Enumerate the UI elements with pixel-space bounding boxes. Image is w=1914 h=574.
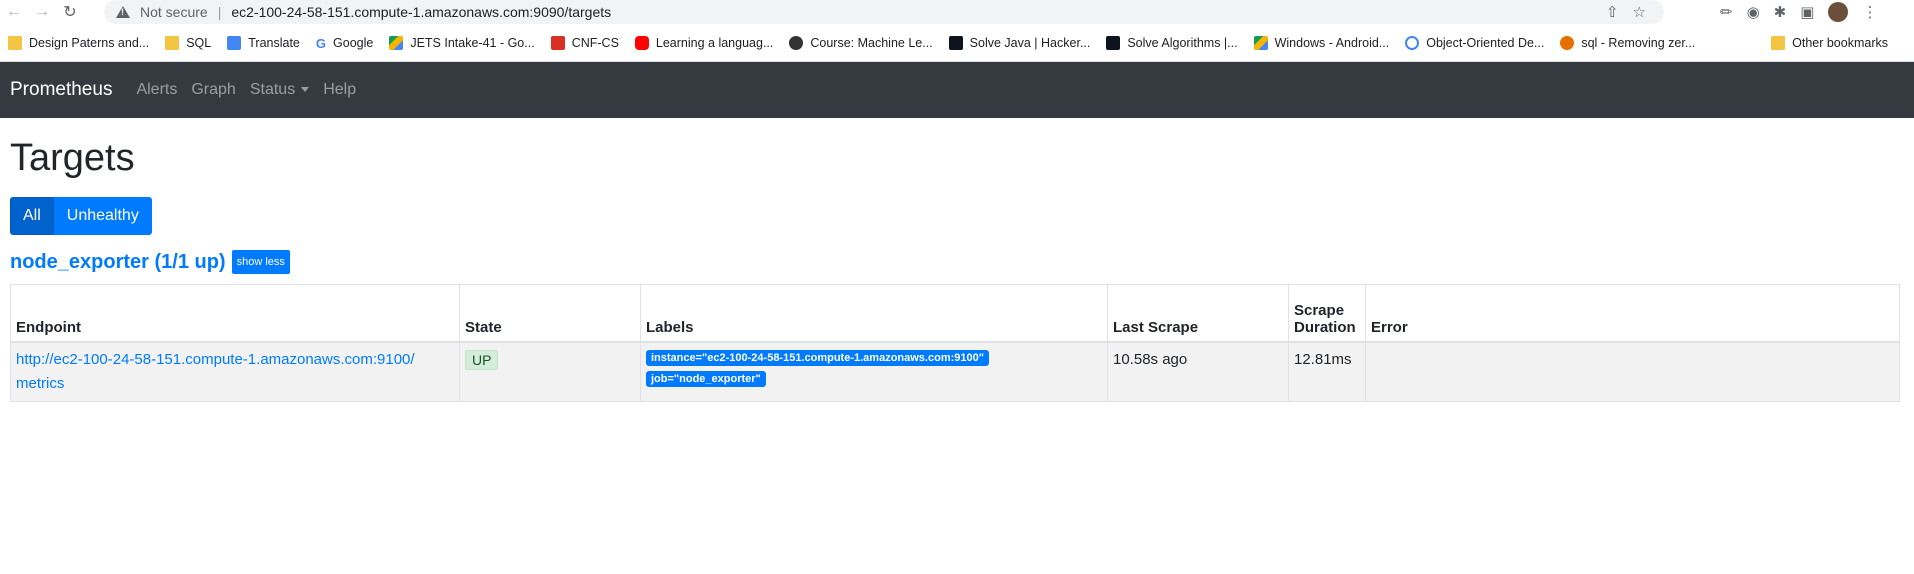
url-text[interactable]: ec2-100-24-58-151.compute-1.amazonaws.co… <box>231 4 611 20</box>
drive-icon <box>389 35 404 50</box>
page-title: Targets <box>10 137 135 179</box>
table-row: http://ec2-100-24-58-151.compute-1.amazo… <box>10 341 1900 402</box>
table-header-row: Endpoint State Labels Last Scrape Scrape… <box>10 284 1900 343</box>
reload-icon[interactable]: ↻ <box>56 0 84 24</box>
filter-all-button[interactable]: All <box>10 197 54 235</box>
caret-down-icon <box>301 87 310 93</box>
folder-icon <box>8 35 22 50</box>
bookmark-item[interactable]: CNF-CS <box>550 35 619 50</box>
bookmark-item[interactable]: Solve Java | Hacker... <box>948 35 1090 50</box>
nav-status-dropdown[interactable]: Status <box>250 81 310 99</box>
hackerrank-icon <box>948 35 963 50</box>
back-arrow-icon[interactable]: ← <box>0 0 28 24</box>
bookmark-item[interactable]: Design Paterns and... <box>8 35 149 50</box>
main-content: Targets All Unhealthy node_exporter (1/1… <box>10 118 1904 402</box>
labels-cell: instance="ec2-100-24-58-151.compute-1.am… <box>640 341 1108 402</box>
drive-icon <box>1253 35 1268 50</box>
state-cell: UP <box>459 341 641 402</box>
targets-table: Endpoint State Labels Last Scrape Scrape… <box>10 284 1900 402</box>
other-bookmarks[interactable]: Other bookmarks <box>1771 24 1888 61</box>
pool-title-link[interactable]: node_exporter (1/1 up) <box>10 251 226 274</box>
filter-unhealthy-button[interactable]: Unhealthy <box>53 197 152 235</box>
hackerrank-icon <box>1106 35 1121 50</box>
camera-icon[interactable]: ◉ <box>1747 3 1760 21</box>
endpoint-cell: http://ec2-100-24-58-151.compute-1.amazo… <box>10 341 460 402</box>
header-error: Error <box>1365 284 1900 343</box>
filter-button-group: All Unhealthy <box>10 197 1904 235</box>
state-badge: UP <box>465 349 499 370</box>
bookmark-item[interactable]: SQL <box>165 35 211 50</box>
header-state: State <box>459 284 641 343</box>
browser-toolbar: ← → ↻ Not secure | ec2-100-24-58-151.com… <box>0 0 1914 24</box>
folder-icon <box>1771 36 1786 50</box>
forward-arrow-icon[interactable]: → <box>28 0 56 24</box>
header-scrape-duration: Scrape Duration <box>1288 284 1366 343</box>
error-cell <box>1365 341 1900 402</box>
label-badge-job: job="node_exporter" <box>646 370 766 387</box>
bookmarks-bar: Design Paterns and... SQL Translate G Goo… <box>0 24 1914 62</box>
site-icon <box>550 35 565 50</box>
moodle-icon <box>789 35 804 50</box>
label-badge-instance: instance="ec2-100-24-58-151.compute-1.am… <box>646 349 989 366</box>
link-icon <box>1405 35 1420 50</box>
youtube-icon <box>634 35 649 50</box>
translate-icon <box>227 35 242 50</box>
bookmark-item[interactable]: Translate <box>227 35 300 50</box>
profile-avatar[interactable] <box>1828 2 1849 22</box>
bookmark-item[interactable]: Windows - Android... <box>1253 35 1389 50</box>
bookmark-item[interactable]: Object-Oriented De... <box>1405 35 1544 50</box>
warning-icon <box>116 6 130 18</box>
bookmark-item[interactable]: Learning a languag... <box>634 35 773 50</box>
sidepanel-icon[interactable]: ▣ <box>1800 3 1814 21</box>
bookmark-item[interactable]: Solve Algorithms |... <box>1106 35 1238 50</box>
share-icon[interactable]: ⇧ <box>1606 3 1619 21</box>
security-status: Not secure <box>140 4 208 20</box>
scrape-duration-cell: 12.81ms <box>1288 341 1366 402</box>
bookmark-item[interactable]: JETS Intake-41 - Go... <box>389 35 535 50</box>
extensions-icon[interactable]: ✱ <box>1774 3 1787 21</box>
navbar: Prometheus Alerts Graph Status Help <box>0 62 1914 118</box>
bookmark-item[interactable]: sql - Removing zer... <box>1560 35 1695 50</box>
nav-graph[interactable]: Graph <box>191 81 235 99</box>
star-icon[interactable]: ☆ <box>1633 3 1646 21</box>
folder-icon <box>165 35 180 50</box>
bookmark-item[interactable]: G Google <box>315 35 373 51</box>
show-less-button[interactable]: show less <box>231 250 290 274</box>
google-icon: G <box>315 35 327 51</box>
brand-link[interactable]: Prometheus <box>10 79 112 101</box>
nav-alerts[interactable]: Alerts <box>136 81 177 99</box>
eyedropper-icon[interactable]: ✏ <box>1720 3 1733 21</box>
endpoint-link[interactable]: http://ec2-100-24-58-151.compute-1.amazo… <box>16 351 415 392</box>
header-last-scrape: Last Scrape <box>1107 284 1289 343</box>
header-endpoint: Endpoint <box>10 284 460 343</box>
bookmark-item[interactable]: Course: Machine Le... <box>789 35 933 50</box>
stackoverflow-icon <box>1560 35 1575 50</box>
last-scrape-cell: 10.58s ago <box>1107 341 1289 402</box>
kebab-menu-icon[interactable]: ⋮ <box>1862 3 1877 21</box>
target-pool-header: node_exporter (1/1 up) show less <box>10 250 1904 274</box>
nav-help[interactable]: Help <box>323 81 356 99</box>
address-bar[interactable]: Not secure | ec2-100-24-58-151.compute-1… <box>104 0 1664 24</box>
header-labels: Labels <box>640 284 1108 343</box>
